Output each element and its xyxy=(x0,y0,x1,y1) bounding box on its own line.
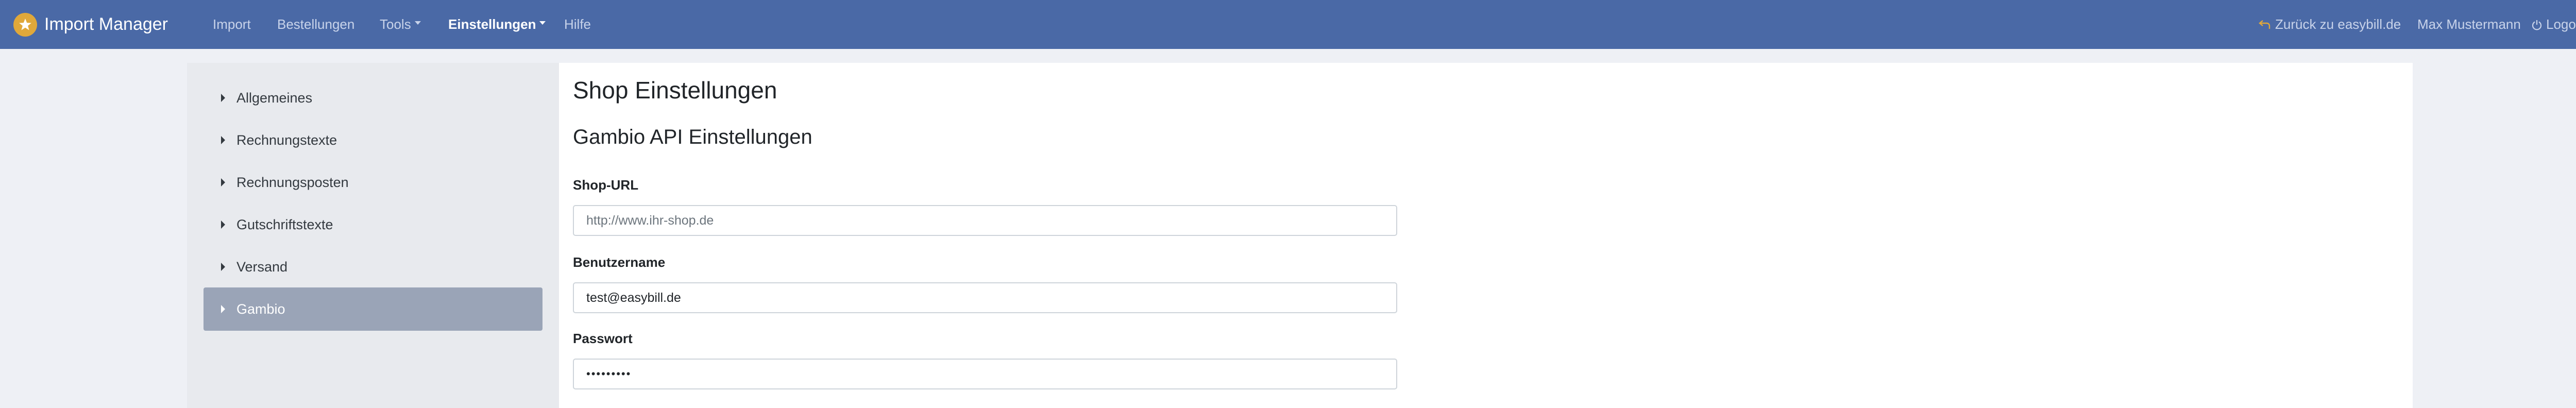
sidebar-item-rechnungstexte[interactable]: Rechnungstexte xyxy=(204,118,543,162)
settings-sidebar: Allgemeines Rechnungstexte Rechnungspost… xyxy=(187,63,559,408)
caret-right-icon xyxy=(221,178,225,186)
caret-right-icon xyxy=(221,305,225,313)
sidebar-item-gutschriftstexte[interactable]: Gutschriftstexte xyxy=(204,203,543,246)
nav-item-label: Hilfe xyxy=(564,16,591,32)
nav-item-import[interactable]: Import xyxy=(213,0,251,49)
brand[interactable]: Import Manager xyxy=(13,0,168,49)
nav-item-einstellungen[interactable]: Einstellungen xyxy=(448,0,546,49)
app-title: Import Manager xyxy=(44,14,168,34)
nav-item-tools[interactable]: Tools xyxy=(380,0,421,49)
sidebar-item-label: Rechnungsposten xyxy=(236,174,349,190)
content-card: Allgemeines Rechnungstexte Rechnungspost… xyxy=(187,63,2413,408)
caret-right-icon xyxy=(221,220,225,229)
sidebar-item-rechnungsposten[interactable]: Rechnungsposten xyxy=(204,161,543,204)
sidebar-item-label: Gambio xyxy=(236,301,285,317)
shop-url-label: Shop-URL xyxy=(573,177,639,193)
caret-right-icon xyxy=(221,136,225,144)
user-name: Max Mustermann xyxy=(2417,16,2521,32)
nav-item-label: Tools xyxy=(380,16,411,32)
sidebar-item-gambio[interactable]: Gambio xyxy=(204,287,543,331)
power-icon xyxy=(2532,19,2542,30)
sidebar-item-allgemeines[interactable]: Allgemeines xyxy=(204,76,543,120)
sidebar-item-label: Versand xyxy=(236,259,288,275)
top-navbar: Import Manager Import Bestellungen Tools… xyxy=(0,0,2576,49)
logout-link[interactable]: Logout xyxy=(2532,0,2576,49)
nav-item-label: Bestellungen xyxy=(277,16,355,32)
user-menu[interactable]: Max Mustermann xyxy=(2417,0,2521,49)
logout-label: Logout xyxy=(2546,16,2576,32)
username-input[interactable] xyxy=(573,282,1397,313)
section-title: Gambio API Einstellungen xyxy=(573,126,812,148)
sidebar-item-versand[interactable]: Versand xyxy=(204,245,543,288)
chevron-down-icon xyxy=(414,21,421,25)
password-label: Passwort xyxy=(573,331,633,346)
caret-right-icon xyxy=(221,263,225,271)
nav-item-label: Einstellungen xyxy=(448,16,536,32)
sidebar-item-label: Allgemeines xyxy=(236,90,313,106)
password-input[interactable] xyxy=(573,359,1397,389)
back-label: Zurück zu easybill.de xyxy=(2275,16,2401,32)
star-badge-icon xyxy=(13,12,37,37)
sidebar-item-label: Rechnungstexte xyxy=(236,132,337,148)
caret-right-icon xyxy=(221,94,225,102)
nav-item-bestellungen[interactable]: Bestellungen xyxy=(277,0,354,49)
back-to-easybill-link[interactable]: Zurück zu easybill.de xyxy=(2259,0,2401,49)
username-label: Benutzername xyxy=(573,254,666,270)
nav-item-label: Import xyxy=(213,16,251,32)
nav-item-hilfe[interactable]: Hilfe xyxy=(564,0,591,49)
sidebar-item-label: Gutschriftstexte xyxy=(236,216,333,232)
chevron-down-icon xyxy=(539,21,546,25)
return-arrow-icon xyxy=(2259,19,2271,30)
page-title: Shop Einstellungen xyxy=(573,77,777,104)
shop-url-input[interactable] xyxy=(573,205,1397,236)
